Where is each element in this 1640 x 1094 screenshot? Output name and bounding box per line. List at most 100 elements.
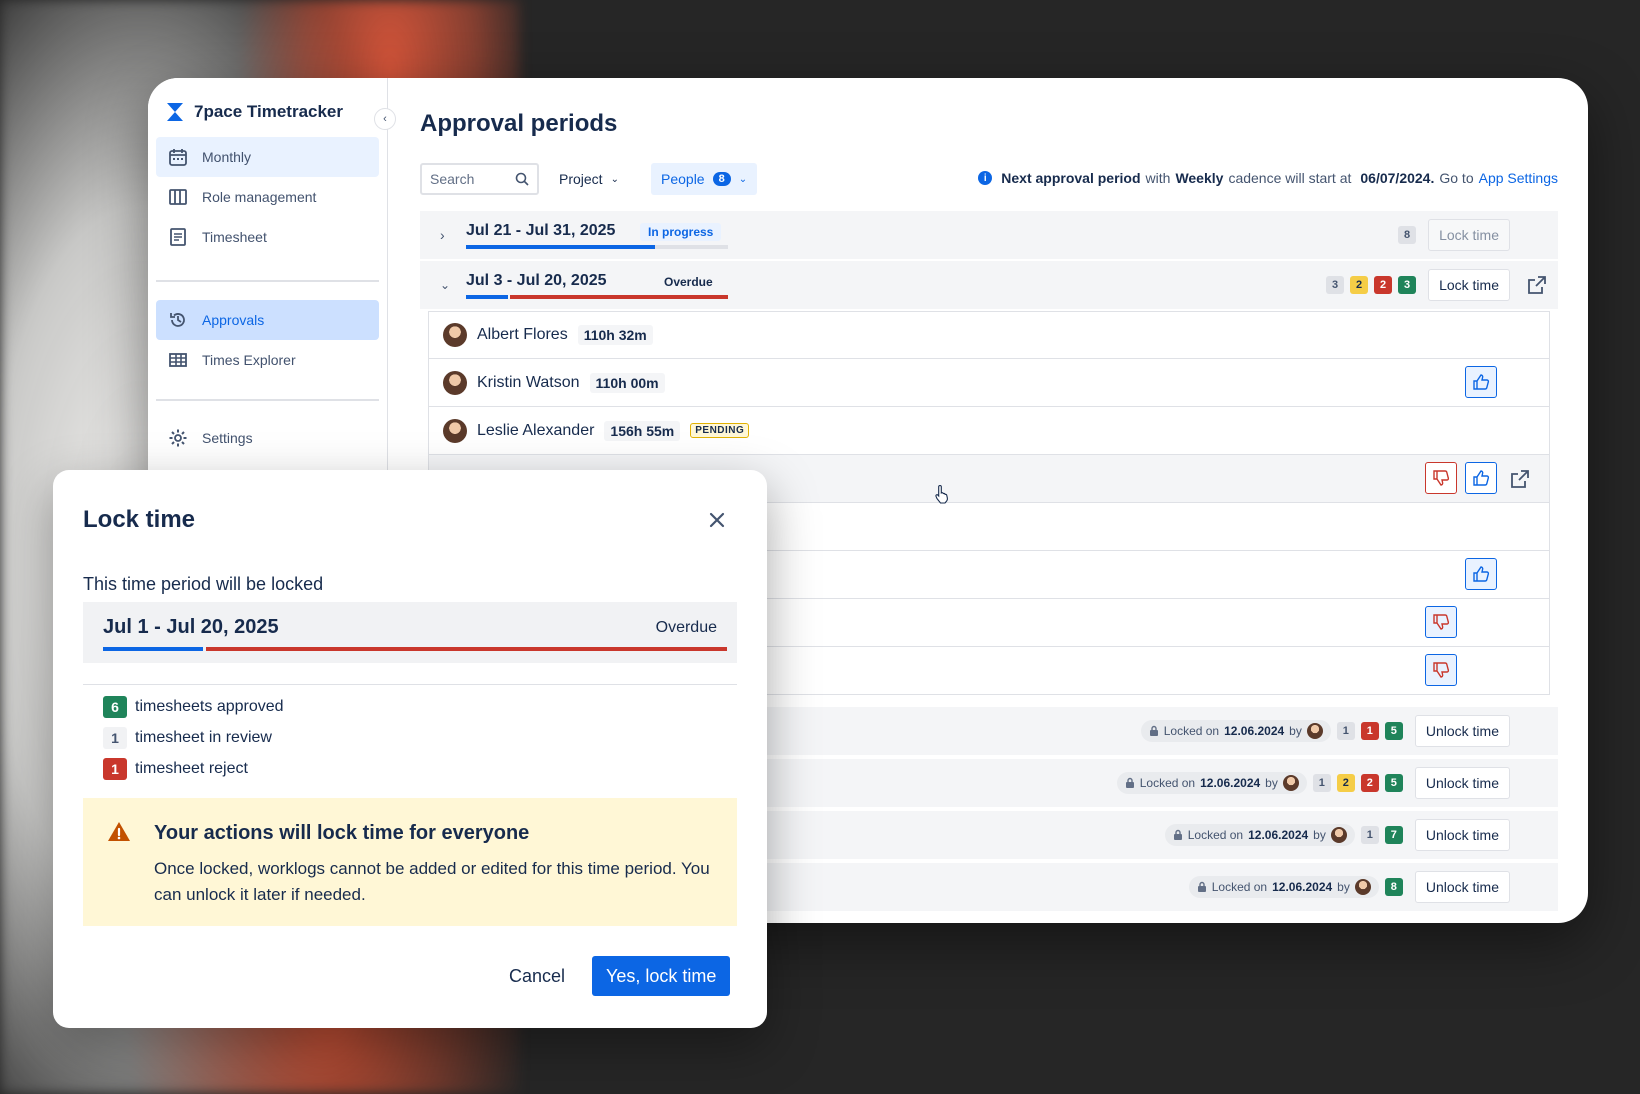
in-review-count: 3 [1326, 276, 1345, 294]
locked-date: 12.06.2024 [1200, 776, 1261, 790]
locked-label: Locked on [1163, 724, 1220, 738]
sidebar-item-timesheet[interactable]: Timesheet [156, 217, 379, 257]
approve-button[interactable] [1465, 366, 1497, 398]
info-text: Go to [1439, 170, 1474, 186]
locked-date: 12.06.2024 [1272, 880, 1333, 894]
warning-icon [108, 822, 130, 841]
person-name: Albert Flores [477, 326, 568, 343]
history-icon [170, 313, 185, 327]
progress-approved [103, 647, 203, 651]
timesheet-count-badge: 8 [1398, 226, 1417, 244]
list-item[interactable]: Albert Flores 110h 32m [428, 311, 1550, 359]
unlock-time-button[interactable]: Unlock time [1414, 871, 1510, 903]
next-period-info: i Next approval period with Weekly caden… [978, 170, 1558, 186]
approved-count: 5 [1384, 774, 1403, 792]
sidebar-item-settings[interactable]: Settings [156, 418, 379, 458]
approve-button[interactable] [1465, 558, 1497, 590]
locked-by-label: by [1337, 880, 1350, 894]
sidebar-item-label: Times Explorer [202, 352, 296, 368]
gear-icon [169, 429, 187, 447]
sidebar-item-label: Role management [202, 189, 317, 205]
avatar [443, 323, 467, 347]
people-filter[interactable]: People 8 ⌄ [651, 163, 758, 195]
lock-icon [1173, 829, 1182, 840]
locked-chip: Locked on 12.06.2024 by [1140, 720, 1331, 742]
confirm-lock-button[interactable]: Yes, lock time [592, 956, 731, 996]
in-review-count: 1 [1336, 722, 1355, 740]
locked-date: 12.06.2024 [1224, 724, 1285, 738]
progress-overdue [205, 647, 727, 651]
sidebar-item-monthly[interactable]: Monthly [156, 137, 379, 177]
unlock-time-button[interactable]: Unlock time [1414, 767, 1510, 799]
list-item[interactable]: Leslie Alexander 156h 55m PENDING [428, 407, 1550, 455]
chevron-down-icon: ⌄ [610, 173, 619, 185]
locked-label: Locked on [1187, 828, 1244, 842]
unlock-time-button[interactable]: Unlock time [1414, 819, 1510, 851]
sidebar-item-role-management[interactable]: Role management [156, 177, 379, 217]
project-filter-label: Project [559, 171, 603, 187]
people-filter-label: People [661, 171, 705, 187]
in-review-count: 1 [103, 727, 127, 749]
search-input[interactable]: Search [420, 163, 539, 195]
lock-time-button[interactable]: Lock time [1428, 219, 1510, 251]
brand-name: 7pace Timetracker [194, 102, 344, 121]
sidebar-item-times-explorer[interactable]: Times Explorer [156, 340, 379, 380]
lock-icon [1197, 881, 1206, 892]
dialog-title: Lock time [83, 506, 196, 533]
unlock-time-button[interactable]: Unlock time [1414, 715, 1510, 747]
period-row[interactable]: › Jul 21 - Jul 31, 2025 In progress 8 Lo… [420, 211, 1558, 259]
approve-button[interactable] [1465, 462, 1497, 494]
people-count-badge: 8 [712, 172, 731, 186]
search-icon [515, 172, 529, 186]
locked-label: Locked on [1211, 880, 1268, 894]
list-item[interactable]: Kristin Watson 110h 00m [428, 359, 1550, 407]
collapse-sidebar-button[interactable]: ‹ [374, 108, 396, 130]
approved-count: 3 [1398, 276, 1417, 294]
dialog-subtitle: This time period will be locked [83, 574, 324, 594]
sidebar-item-approvals[interactable]: Approvals [156, 300, 379, 340]
status-badge: In progress [640, 223, 722, 241]
search-placeholder: Search [430, 171, 475, 187]
open-external-icon[interactable] [1509, 468, 1531, 490]
person-name: Leslie Alexander [477, 421, 595, 439]
sidebar-divider [156, 280, 379, 282]
warning-message: Your actions will lock time for everyone… [83, 798, 737, 926]
info-cadence: Weekly [1175, 170, 1224, 186]
warning-title: Your actions will lock time for everyone [154, 822, 530, 844]
lock-time-dialog: Lock time This time period will be locke… [53, 470, 767, 1028]
progress-approved [466, 295, 508, 299]
chevron-down-icon[interactable]: ⌄ [440, 278, 450, 292]
brand: 7pace Timetracker [166, 102, 343, 122]
period-actions: 8 Lock time [1398, 219, 1548, 251]
lock-time-button[interactable]: Lock time [1428, 269, 1510, 301]
period-row[interactable]: ⌄ Jul 3 - Jul 20, 2025 Overdue 3 2 2 3 L… [420, 261, 1558, 309]
locked-label: Locked on [1139, 776, 1196, 790]
avatar [1330, 827, 1347, 843]
cancel-button[interactable]: Cancel [509, 956, 565, 996]
warning-body: Once locked, worklogs cannot be added or… [154, 859, 710, 904]
avatar [1354, 879, 1371, 895]
period-progress-bar [466, 245, 728, 249]
avatar [1306, 723, 1323, 739]
stat-in-review: 1 timesheet in review [103, 727, 272, 749]
progress-remaining [654, 245, 728, 249]
app-settings-link[interactable]: App Settings [1479, 170, 1558, 186]
close-icon[interactable] [705, 508, 729, 532]
reject-button[interactable] [1425, 606, 1457, 638]
calendar-icon [169, 149, 187, 166]
rejected-count: 2 [1360, 774, 1379, 792]
locked-chip: Locked on 12.06.2024 by [1188, 876, 1379, 898]
avatar [1282, 775, 1299, 791]
project-filter[interactable]: Project ⌄ [549, 163, 629, 195]
chevron-right-icon[interactable]: › [440, 227, 445, 243]
lock-icon [1125, 777, 1134, 788]
person-name: Kristin Watson [477, 373, 580, 391]
reject-button[interactable] [1425, 654, 1457, 686]
reject-button[interactable] [1425, 462, 1457, 494]
chevron-down-icon: ⌄ [738, 173, 748, 185]
person-hours: 110h 00m [589, 372, 665, 393]
thumbs-down-icon [1433, 614, 1450, 630]
open-external-icon[interactable] [1526, 274, 1548, 296]
period-progress-bar [466, 295, 728, 299]
sidebar-divider [156, 399, 379, 401]
